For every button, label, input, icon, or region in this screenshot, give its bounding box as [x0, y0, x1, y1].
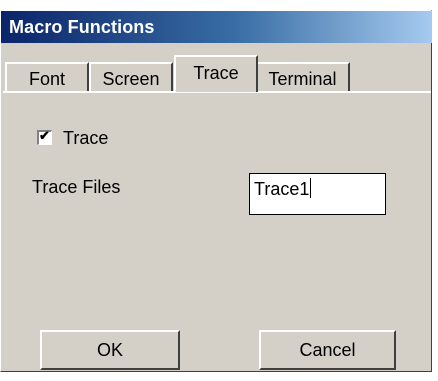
- cancel-button[interactable]: Cancel: [259, 330, 396, 370]
- ok-button[interactable]: OK: [40, 330, 180, 370]
- trace-files-input[interactable]: Trace1: [249, 173, 386, 215]
- trace-files-label: Trace Files: [32, 177, 121, 197]
- title-bar[interactable]: Macro Functions: [1, 11, 432, 43]
- text-caret: [310, 178, 312, 198]
- tab-trace[interactable]: Trace: [174, 55, 258, 92]
- checkmark-icon: ✔: [39, 128, 50, 143]
- tab-strip: Font Screen Trace Terminal: [1, 43, 432, 92]
- trace-files-value: Trace1: [254, 179, 310, 199]
- trace-checkbox-label: Trace: [63, 128, 109, 148]
- tab-screen[interactable]: Screen: [89, 62, 173, 91]
- trace-checkbox[interactable]: ✔: [37, 128, 52, 145]
- macro-functions-dialog: Macro Functions Font Screen Trace Termin…: [0, 10, 432, 372]
- tab-font[interactable]: Font: [5, 62, 89, 91]
- window-title: Macro Functions: [9, 17, 155, 37]
- tab-terminal[interactable]: Terminal: [255, 62, 350, 91]
